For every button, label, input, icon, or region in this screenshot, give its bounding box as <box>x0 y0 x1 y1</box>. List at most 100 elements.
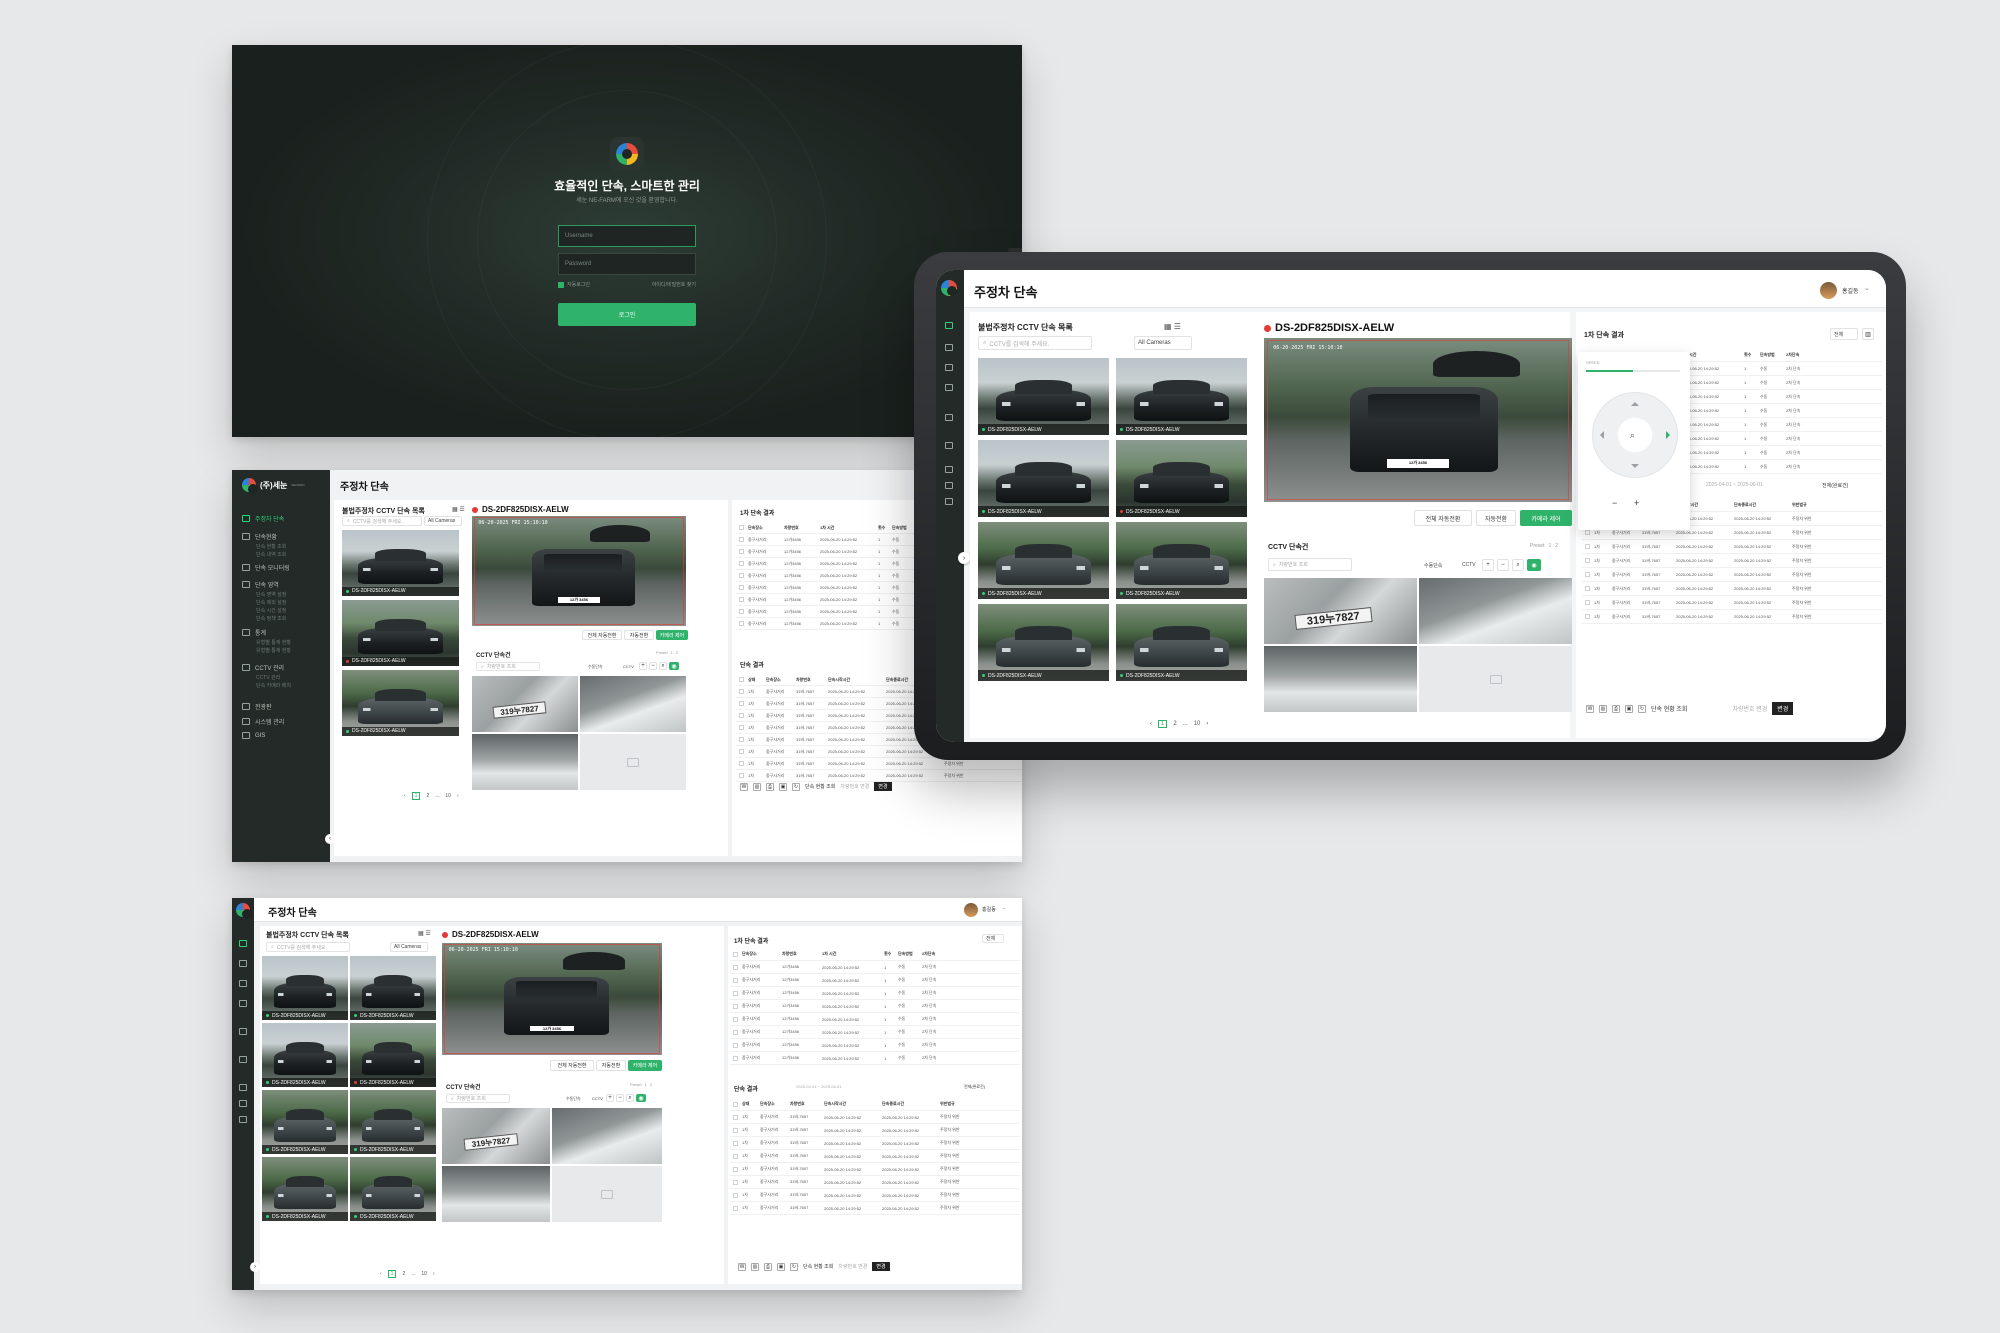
sidebar-item-parking[interactable]: 주정차 단속 <box>242 514 284 523</box>
camera-control-button[interactable]: 카메라 제어 <box>1520 510 1572 526</box>
sidebar-item-system[interactable]: 시스템 관리 <box>242 717 284 726</box>
down-arrow-icon[interactable] <box>1631 464 1639 472</box>
username-input[interactable]: Username <box>558 225 696 247</box>
table-row[interactable]: 중구사거리 12가3456 2025-06-20 14:29:52 1 수동 2차 단속 <box>730 1039 1020 1052</box>
table-header-row[interactable]: 상태 단속장소 차량번호 단속시작시간 단속종료시간 위반법규 <box>730 1098 1020 1111</box>
zoom-out-icon[interactable]: − <box>616 1094 624 1102</box>
gis-icon[interactable] <box>239 1116 247 1123</box>
row-checkbox[interactable] <box>739 609 744 614</box>
right-arrow-icon[interactable] <box>1666 431 1674 439</box>
change-button[interactable]: 변경 <box>1772 702 1794 715</box>
cctv-thumbnail[interactable]: DS-2DF825DISX-AELW <box>978 604 1109 681</box>
row-checkbox[interactable] <box>733 1042 738 1048</box>
table-row[interactable]: 중구사거리 12가3456 2025-06-20 14:29:52 1 수동 2차 단속 <box>730 987 1020 1000</box>
word-icon[interactable]: W <box>1586 704 1594 713</box>
area-icon[interactable] <box>945 384 953 391</box>
plate-change-input[interactable]: 차량번호 변경 <box>838 1263 867 1270</box>
table-row[interactable]: 1차 중구사거리 31바-7657 2025-06-20 14:29:52 2025-0… <box>1582 582 1882 596</box>
sidebar-item-gis[interactable]: GIS <box>242 732 265 739</box>
sidebar-item-area[interactable]: 단속 영역 <box>242 580 279 589</box>
cctv-thumbnail[interactable]: DS-2DF825DISX-AELW <box>262 1023 348 1087</box>
sidebar-sub-item[interactable]: 단속 시간 설정 <box>256 607 286 614</box>
manual-capture-label[interactable]: 수동단속 <box>588 664 603 670</box>
row-checkbox[interactable] <box>733 990 738 996</box>
row-checkbox[interactable] <box>739 713 744 718</box>
auto-switch-button[interactable]: 자동전환 <box>1476 510 1516 526</box>
row-checkbox[interactable] <box>733 1101 738 1107</box>
zoom-in-icon[interactable]: + <box>606 1094 614 1102</box>
manual-capture-label[interactable]: 수동단속 <box>1424 562 1442 569</box>
password-input[interactable]: Password <box>558 253 696 275</box>
car-icon[interactable] <box>945 322 953 329</box>
camera-live-view[interactable]: 12가 3456 06-20-2025 FRI 15:10:10 <box>1264 338 1572 502</box>
row-checkbox[interactable] <box>733 1140 738 1146</box>
row-checkbox[interactable] <box>733 1205 738 1211</box>
sidebar-sub-item[interactable]: 유형별 통계 현황 <box>256 647 291 654</box>
row-checkbox[interactable] <box>733 1166 738 1172</box>
plate-search-input[interactable]: ⌕ 차량번호 조회 <box>476 662 540 671</box>
prev-page-icon[interactable]: ‹ <box>380 1271 382 1277</box>
row-checkbox[interactable] <box>733 977 738 983</box>
sidebar-sub-item[interactable]: 단속 제외 설정 <box>256 599 286 606</box>
table-row[interactable]: 1차 중구사거리 31바-7657 2025-06-20 14:29:52 2025-0… <box>1582 596 1882 610</box>
zoom-center-icon[interactable]: ⌕ <box>1630 430 1635 441</box>
manual-capture-label[interactable]: 수동단속 <box>566 1096 581 1102</box>
query-status-button[interactable]: 단속 현황 조회 <box>805 783 835 790</box>
capture-image[interactable] <box>1264 646 1417 712</box>
cctv-thumbnail[interactable]: DS-2DF825DISX-AELW <box>350 1023 436 1087</box>
capture-image[interactable] <box>552 1108 662 1164</box>
cctv-thumbnail[interactable]: DS-2DF825DISX-AELW <box>350 1157 436 1221</box>
grid-view-icon[interactable]: ▦ ☰ <box>452 506 465 513</box>
capture-image[interactable] <box>442 1166 550 1222</box>
capture-image[interactable] <box>472 734 578 790</box>
user-name[interactable]: 홍길동 <box>982 906 996 913</box>
avatar[interactable] <box>1820 282 1837 299</box>
query-status-button[interactable]: 단속 현황 조회 <box>1651 704 1687 713</box>
table-row[interactable]: 1차 중구사거리 31바-7657 2025-06-20 14:29:52 2025-0… <box>730 1124 1020 1137</box>
system-icon[interactable] <box>239 1100 247 1107</box>
status-icon[interactable] <box>945 344 953 351</box>
cctv-icon[interactable] <box>945 442 953 449</box>
refresh-icon[interactable]: ↻ <box>792 782 800 791</box>
row-checkbox[interactable] <box>733 1127 738 1133</box>
prev-page-icon[interactable]: ‹ <box>404 793 406 799</box>
row-checkbox[interactable] <box>739 621 744 626</box>
camera-filter-select[interactable]: All Cameras <box>1134 336 1192 350</box>
cctv-thumbnail[interactable]: DS-2DF825DISX-AELW <box>262 1090 348 1154</box>
cctv-thumbnail[interactable]: DS-2DF825DISX-AELW <box>350 1090 436 1154</box>
grid-view-icon[interactable]: ▦ ☰ <box>1164 322 1181 331</box>
magnify-icon[interactable]: ⌕ <box>659 662 667 670</box>
table-row[interactable]: 중구사거리 12가3456 2025-06-20 14:29:52 1 수동 2차 단속 <box>730 1000 1020 1013</box>
row-checkbox[interactable] <box>733 951 738 957</box>
cctv-search-input[interactable]: ⌕ CCTV를 검색해 주세요. <box>342 516 422 526</box>
query-status-button[interactable]: 단속 현황 조회 <box>803 1263 833 1270</box>
row-checkbox[interactable] <box>739 561 744 566</box>
trash-icon[interactable]: ▥ <box>1599 704 1607 713</box>
next-page-icon[interactable]: › <box>457 793 459 799</box>
display-icon[interactable] <box>239 1084 247 1091</box>
row-checkbox[interactable] <box>739 549 744 554</box>
speed-slider[interactable] <box>1586 370 1680 372</box>
prev-page-icon[interactable]: ‹ <box>1150 721 1152 727</box>
cctv-thumbnail[interactable]: DS-2DF825DISX-AELW <box>262 956 348 1020</box>
cctv-thumbnail[interactable]: DS-2DF825DISX-AELW <box>1116 604 1247 681</box>
display-icon[interactable] <box>945 466 953 473</box>
table-row[interactable]: 1차 중구사거리 31바-7657 2025-06-20 14:29:52 2025-0… <box>736 770 1022 782</box>
row-checkbox[interactable] <box>739 677 744 682</box>
plate-change-input[interactable]: 차량번호 변경 <box>1732 704 1767 713</box>
capture-image[interactable]: 319누7827 <box>1264 578 1417 644</box>
sidebar-sub-item[interactable]: 단속 정책 조회 <box>256 615 286 622</box>
row-checkbox[interactable] <box>733 1055 738 1061</box>
cctv-thumbnail[interactable]: DS-2DF825DISX-AELW <box>1116 522 1247 599</box>
refresh-icon[interactable]: ↻ <box>1638 704 1646 713</box>
row-checkbox[interactable] <box>739 701 744 706</box>
cctv-thumbnail[interactable]: DS-2DF825DISX-AELW <box>978 358 1109 435</box>
page-2[interactable]: 2 <box>426 793 429 799</box>
zoom-in-icon[interactable]: + <box>639 662 647 670</box>
car-icon[interactable] <box>239 940 247 947</box>
capture-image[interactable]: 319누7827 <box>442 1108 550 1164</box>
preset-selector[interactable]: Preset 1 2 <box>1530 543 1558 549</box>
row-checkbox[interactable] <box>739 689 744 694</box>
row-checkbox[interactable] <box>739 537 744 542</box>
sidebar-sub-item[interactable]: CCTV 관리 <box>256 674 280 681</box>
